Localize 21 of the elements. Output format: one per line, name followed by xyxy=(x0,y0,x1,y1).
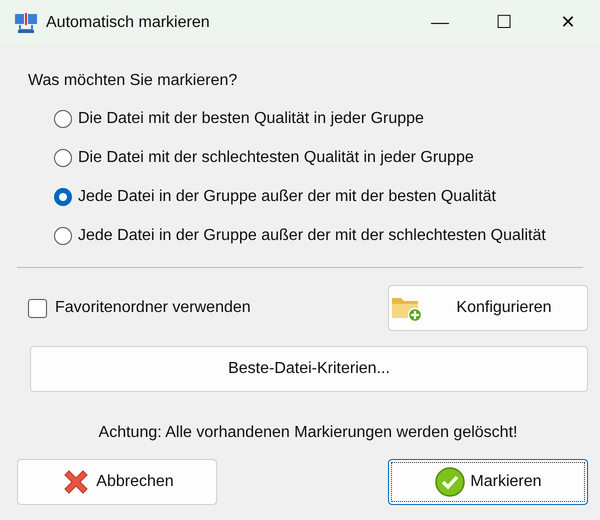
radio-button[interactable] xyxy=(54,110,72,128)
radio-button[interactable] xyxy=(54,148,72,166)
configure-button[interactable]: Konfigurieren xyxy=(388,285,588,331)
ok-button[interactable]: Markieren xyxy=(388,459,588,505)
window-title: Automatisch markieren xyxy=(46,12,210,32)
question-label: Was möchten Sie markieren? xyxy=(28,71,238,91)
option-label[interactable]: Jede Datei in der Gruppe außer der mit der schlechtesten Qualität xyxy=(78,224,546,248)
criteria-button[interactable]: Beste-Datei-Kriterien... xyxy=(30,346,588,392)
maximize-button[interactable]: ☐ xyxy=(472,0,536,45)
option-label[interactable]: Die Datei mit der schlechtesten Qualität in jeder Gruppe xyxy=(78,146,474,170)
close-button[interactable]: ✕ xyxy=(536,0,600,45)
favorites-checkbox[interactable]: Favoritenordner verwenden xyxy=(28,296,251,320)
option-label[interactable]: Die Datei mit der besten Qualität in jeder Gruppe xyxy=(78,106,424,130)
warning-text: Achtung: Alle vorhandenen Markierungen werden gelöscht! xyxy=(98,423,518,443)
app-icon xyxy=(14,12,38,34)
check-icon xyxy=(434,466,466,498)
cancel-button[interactable]: Abbrechen xyxy=(17,459,217,505)
radio-button[interactable] xyxy=(54,226,72,244)
radio-button[interactable] xyxy=(54,188,72,206)
minimize-button[interactable]: — xyxy=(408,0,472,45)
option-label[interactable]: Jede Datei in der Gruppe außer der mit der besten Qualität xyxy=(78,184,496,208)
